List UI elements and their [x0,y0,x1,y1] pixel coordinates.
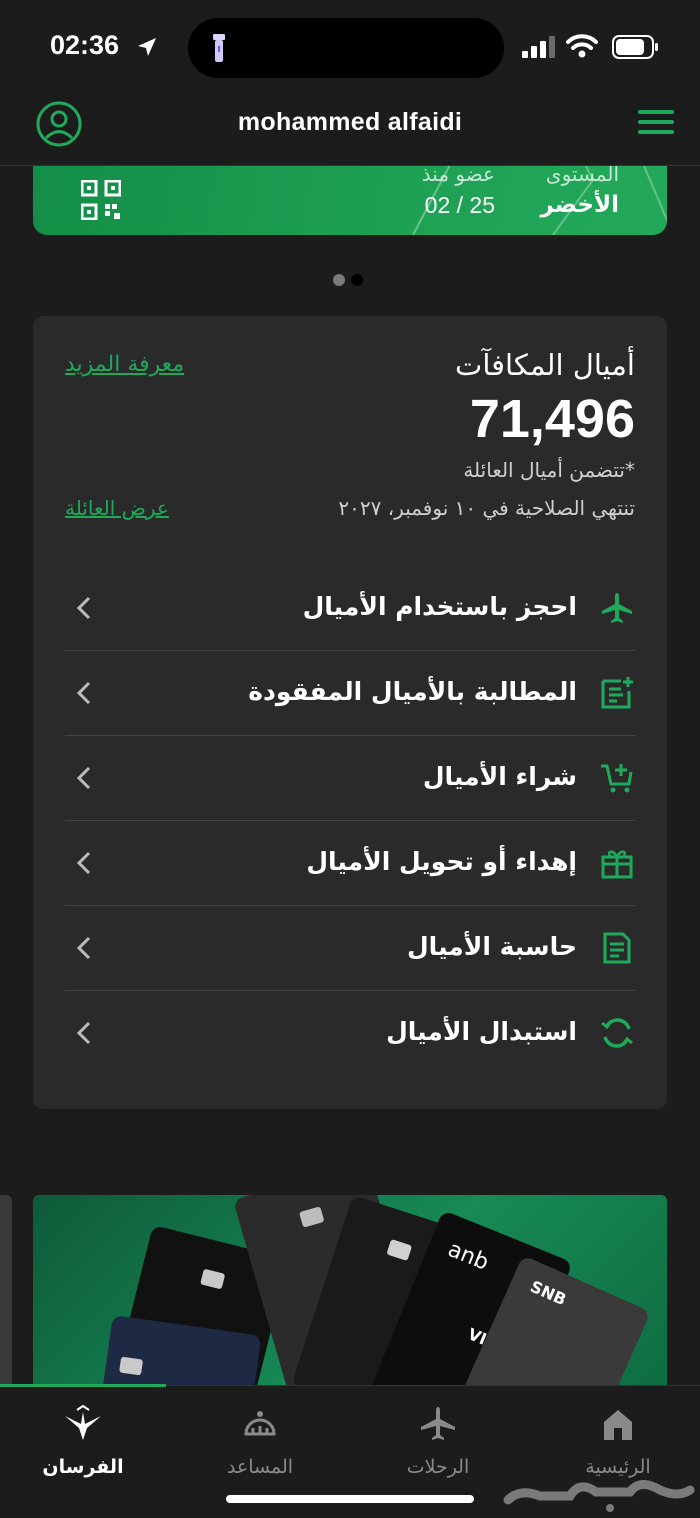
family-miles-note: تتضمن أميال العائلة* [463,458,635,482]
view-family-link[interactable]: عرض العائلة [65,496,169,520]
menu-item-miles-calculator[interactable]: حاسبة الأميال [65,906,635,991]
carousel-dot-active[interactable] [351,274,363,286]
miles-actions-list: احجز باستخدام الأميال المطالبة بالأميال … [65,566,635,1076]
alfursan-logo-icon [65,1404,101,1440]
chevron-left-icon [77,681,91,705]
member-since-value: 02 / 25 [424,192,495,218]
location-arrow-icon [138,38,156,56]
miles-balance: 71,496 [469,389,635,449]
promo-banner-previous[interactable] [0,1195,12,1385]
tab-assistant[interactable]: المساعد [185,1404,335,1478]
wifi-icon [566,34,598,58]
menu-item-label: احجز باستخدام الأميال [302,592,577,621]
chevron-left-icon [77,766,91,790]
claim-document-icon [601,677,633,709]
plane-icon [421,1407,455,1440]
menu-item-label: شراء الأميال [422,762,577,791]
home-indicator[interactable] [226,1495,474,1503]
cart-add-icon [601,764,633,793]
menu-item-gift-transfer-miles[interactable]: إهداء أو تحويل الأميال [65,821,635,906]
tab-label: الفرسان [42,1456,124,1478]
refresh-icon [601,1018,633,1048]
user-name-title: mohammed alfaidi [237,108,463,136]
reward-miles-title: أميال المكافآت [455,348,635,382]
carousel-dots [333,271,369,290]
flashlight-icon [213,34,225,62]
menu-item-label: إهداء أو تحويل الأميال [306,847,577,876]
hamburger-menu-icon[interactable] [638,110,674,138]
tab-label: الرحلات [406,1456,470,1478]
tier-value: الأخضر [540,192,619,218]
haraj-watermark-logo [503,1480,695,1512]
dynamic-island [188,18,504,78]
menu-item-label: حاسبة الأميال [406,932,577,961]
app-header: mohammed alfaidi [0,96,700,166]
tab-home[interactable]: الرئيسية [543,1404,693,1478]
learn-more-link[interactable]: معرفة المزيد [65,352,184,377]
credit-cards-image: anbVISA SNB [97,1195,648,1385]
home-icon [604,1410,632,1440]
battery-icon [612,35,658,59]
active-tab-indicator [0,1384,166,1387]
tab-label: المساعد [226,1456,294,1478]
gift-icon [601,850,633,879]
status-bar: 02:36 [0,0,700,96]
qr-code-icon[interactable] [81,180,121,220]
menu-item-redeem-miles[interactable]: استبدال الأميال [65,991,635,1076]
menu-item-buy-miles[interactable]: شراء الأميال [65,736,635,821]
miles-expiry: تنتهي الصلاحية في ١٠ نوفمبر، ٢٠٢٧ [338,496,635,520]
tab-trips[interactable]: الرحلات [363,1404,513,1478]
calculator-document-icon [603,932,631,964]
chevron-left-icon [77,936,91,960]
menu-item-label: استبدال الأميال [386,1017,577,1046]
menu-item-claim-missing-miles[interactable]: المطالبة بالأميال المفقودة [65,651,635,736]
chevron-left-icon [77,1021,91,1045]
menu-item-book-with-miles[interactable]: احجز باستخدام الأميال [65,566,635,651]
plane-icon [602,593,632,623]
assistant-icon [244,1411,276,1436]
chevron-left-icon [77,596,91,620]
chevron-left-icon [77,851,91,875]
promo-banner-credit-cards[interactable]: anbVISA SNB [33,1195,667,1385]
tab-alfursan[interactable]: الفرسان [8,1404,158,1478]
carousel-dot[interactable] [333,274,345,286]
cellular-signal-icon [522,36,555,58]
reward-miles-panel: أميال المكافآت معرفة المزيد 71,496 تتضمن… [33,316,667,1109]
status-time: 02:36 [50,30,120,60]
menu-item-label: المطالبة بالأميال المفقودة [248,677,577,706]
